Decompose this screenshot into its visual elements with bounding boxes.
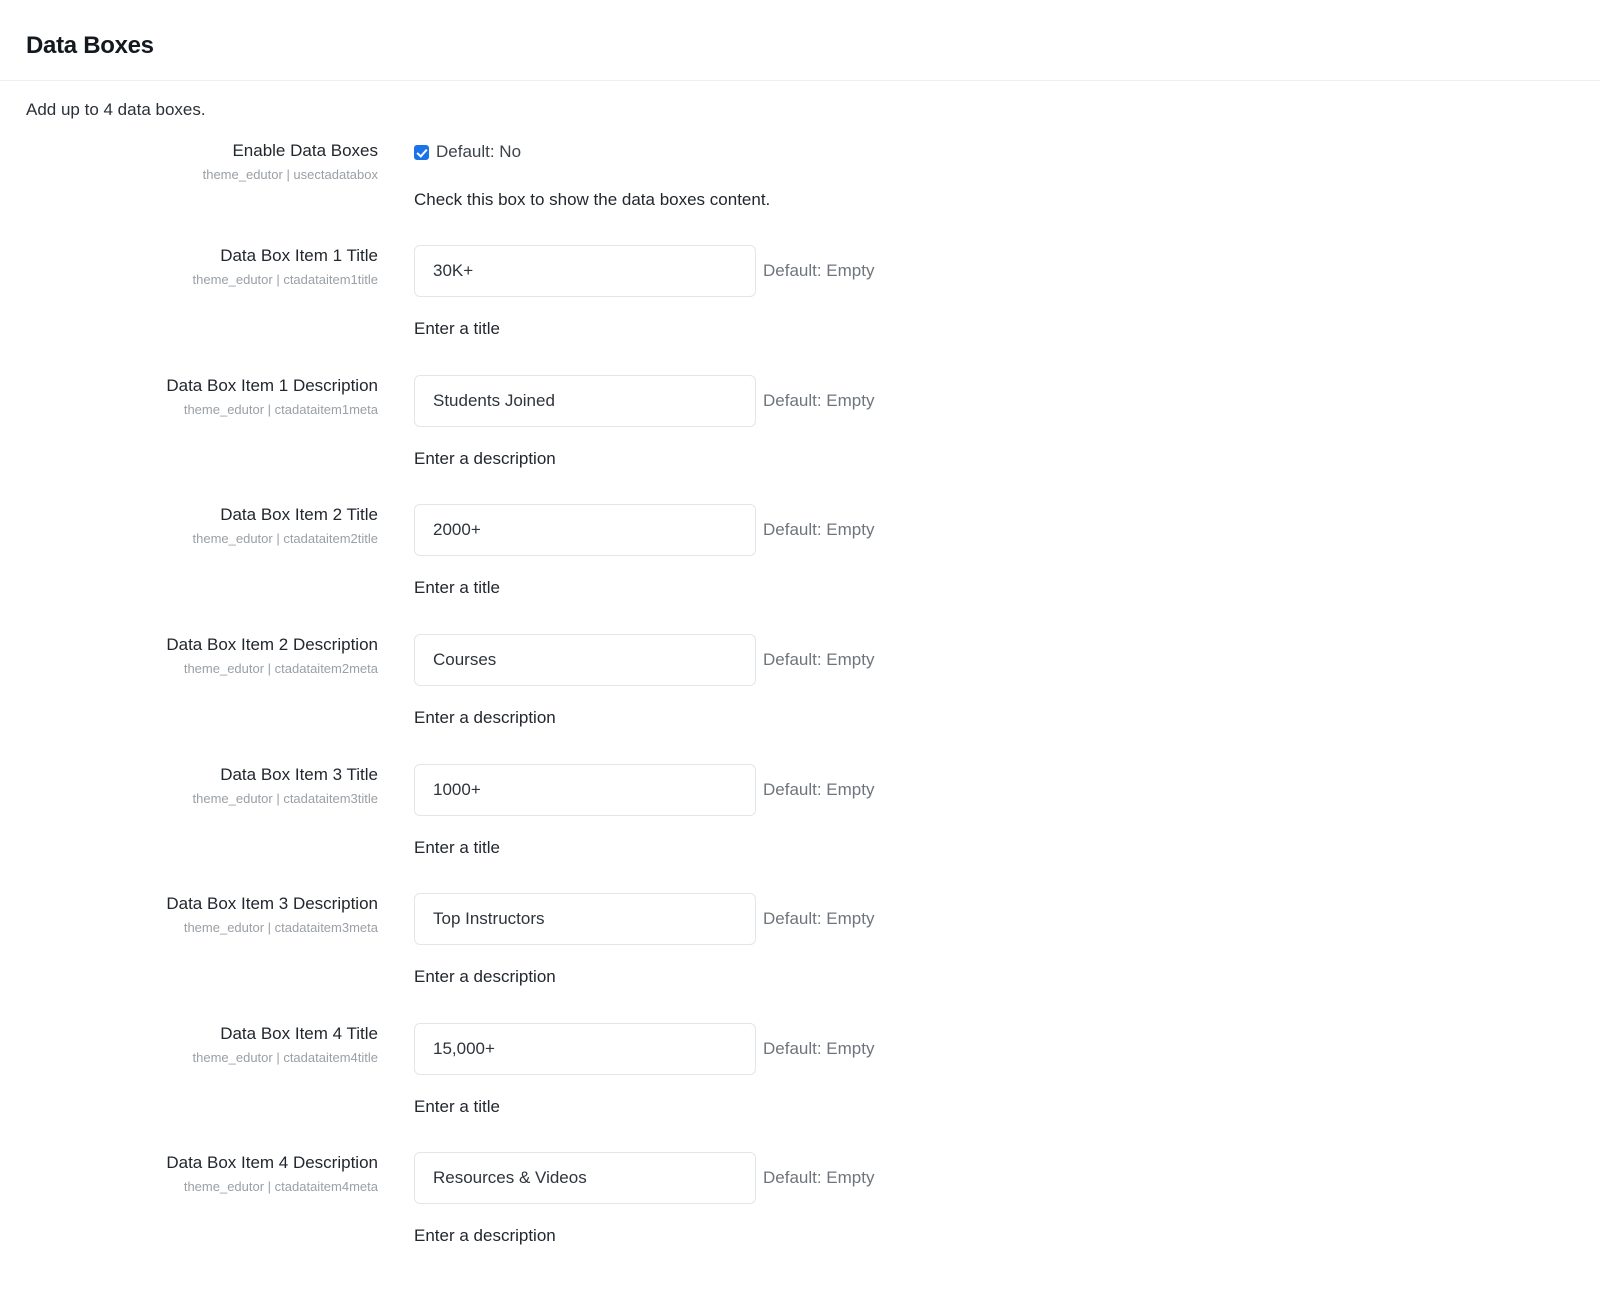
field-control-column: Default: Empty Enter a description — [414, 1152, 1514, 1247]
field-row: Data Box Item 3 Description theme_edutor … — [0, 893, 1600, 1013]
field-label: Data Box Item 1 Description — [166, 376, 378, 395]
field-hint-text: Enter a title — [414, 838, 500, 857]
field-default-note: Default: Empty — [763, 1168, 875, 1187]
field-label: Data Box Item 3 Title — [220, 765, 378, 784]
field-label: Data Box Item 2 Title — [220, 505, 378, 524]
field-hint-text: Enter a title — [414, 319, 500, 338]
field-setting-key: theme_edutor | ctadataitem1title — [192, 272, 379, 287]
field-label: Enable Data Boxes — [232, 141, 378, 160]
field-hint-text: Enter a description — [414, 967, 556, 986]
field-label-column: Data Box Item 4 Title theme_edutor | ctad… — [0, 1023, 379, 1066]
field-label-column: Enable Data Boxes theme_edutor | usectada… — [0, 140, 378, 183]
field-hint-text: Enter a description — [414, 449, 556, 468]
field-hint-text: Enter a title — [414, 578, 500, 597]
field-control-column: Default: Empty Enter a title — [414, 1023, 1514, 1118]
field-label-column: Data Box Item 3 Title theme_edutor | ctad… — [0, 764, 379, 807]
text-input[interactable] — [414, 375, 756, 427]
field-row: Data Box Item 4 Title theme_edutor | ctad… — [0, 1023, 1600, 1143]
text-input[interactable] — [414, 504, 756, 556]
settings-panel: Data Boxes Add up to 4 data boxes. Enabl… — [0, 0, 1600, 1301]
text-input[interactable] — [414, 245, 756, 297]
input-line: Default: Empty — [414, 1023, 1514, 1075]
input-line: Default: Empty — [414, 1152, 1514, 1204]
field-control-column: Default: Empty Enter a title — [414, 504, 1514, 599]
text-input[interactable] — [414, 634, 756, 686]
field-hint-text: Enter a description — [414, 708, 556, 727]
field-default-note: Default: Empty — [763, 650, 875, 669]
enable-data-boxes-checkbox[interactable] — [414, 144, 429, 160]
field-label: Data Box Item 2 Description — [166, 635, 378, 654]
text-input[interactable] — [414, 1152, 756, 1204]
field-help-text: Check this box to show the data boxes co… — [414, 190, 771, 209]
field-row: Data Box Item 4 Description theme_edutor … — [0, 1152, 1600, 1272]
input-line: Default: Empty — [414, 764, 1514, 816]
input-line: Default: Empty — [414, 893, 1514, 945]
field-default-note: Default: Empty — [763, 1039, 875, 1058]
field-default-note: Default: Empty — [763, 391, 875, 410]
field-label-column: Data Box Item 2 Title theme_edutor | ctad… — [0, 504, 379, 547]
field-row: Data Box Item 1 Title theme_edutor | ctad… — [0, 245, 1600, 365]
field-label: Data Box Item 4 Description — [166, 1153, 378, 1172]
input-line: Default: Empty — [414, 634, 1514, 686]
field-setting-key: theme_edutor | ctadataitem2meta — [183, 661, 378, 676]
checkbox-default-label: Default: No — [436, 142, 522, 161]
field-control-column: Default: Empty Enter a description — [414, 375, 1514, 470]
field-row: Data Box Item 1 Description theme_edutor … — [0, 375, 1600, 495]
field-hint-text: Enter a title — [414, 1097, 500, 1116]
field-label: Data Box Item 4 Title — [220, 1024, 378, 1043]
field-control-column: Default: Empty Enter a title — [414, 764, 1514, 859]
field-label-column: Data Box Item 3 Description theme_edutor … — [0, 893, 378, 936]
text-input[interactable] — [414, 893, 756, 945]
field-control-column: Default: Empty Enter a description — [414, 634, 1514, 729]
text-input[interactable] — [414, 764, 756, 816]
field-default-note: Default: Empty — [763, 520, 875, 539]
input-line: Default: Empty — [414, 375, 1514, 427]
field-setting-key: theme_edutor | ctadataitem3title — [192, 791, 379, 806]
field-label: Data Box Item 1 Title — [220, 246, 378, 265]
field-row: Data Box Item 2 Title theme_edutor | ctad… — [0, 504, 1600, 624]
field-row: Data Box Item 2 Description theme_edutor … — [0, 634, 1600, 754]
field-setting-key: theme_edutor | ctadataitem1meta — [183, 402, 378, 417]
field-setting-key: theme_edutor | ctadataitem2title — [192, 531, 379, 546]
field-row: Data Box Item 3 Title theme_edutor | ctad… — [0, 764, 1600, 884]
field-default-note: Default: Empty — [763, 780, 875, 799]
field-setting-key: theme_edutor | ctadataitem4meta — [183, 1179, 378, 1194]
panel-subtitle: Add up to 4 data boxes. — [26, 100, 206, 119]
field-label-column: Data Box Item 1 Title theme_edutor | ctad… — [0, 245, 379, 288]
field-control-column: Default: Empty Enter a description — [414, 893, 1514, 988]
input-line: Default: Empty — [414, 245, 1514, 297]
field-default-note: Default: Empty — [763, 261, 875, 280]
field-control-column: Default: No Check this box to show the da… — [414, 140, 1514, 211]
page-title: Data Boxes — [26, 32, 154, 59]
input-line: Default: Empty — [414, 504, 1514, 556]
field-label-column: Data Box Item 2 Description theme_edutor … — [0, 634, 378, 677]
field-setting-key: theme_edutor | ctadataitem3meta — [183, 920, 378, 935]
field-control-column: Default: Empty Enter a title — [414, 245, 1514, 340]
field-label-column: Data Box Item 1 Description theme_edutor … — [0, 375, 378, 418]
field-setting-key: theme_edutor | ctadataitem4title — [192, 1050, 379, 1065]
field-default-note: Default: Empty — [763, 909, 875, 928]
field-hint-text: Enter a description — [414, 1226, 556, 1245]
panel-header: Data Boxes — [0, 0, 1600, 81]
checkbox-line: Default: No — [414, 140, 1514, 164]
field-label-column: Data Box Item 4 Description theme_edutor … — [0, 1152, 378, 1195]
field-label: Data Box Item 3 Description — [166, 894, 378, 913]
field-setting-key: theme_edutor | usectadatabox — [202, 167, 378, 182]
text-input[interactable] — [414, 1023, 756, 1075]
field-row: Enable Data Boxes theme_edutor | usectada… — [0, 140, 1600, 260]
